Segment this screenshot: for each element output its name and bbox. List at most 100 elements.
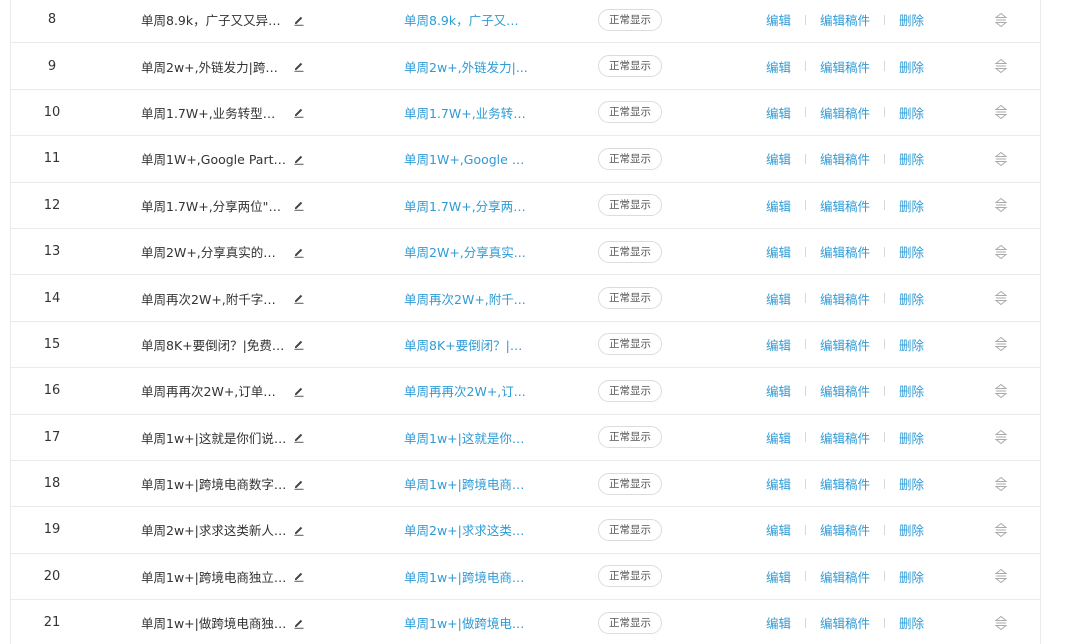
edit-button[interactable]: 编辑 bbox=[766, 149, 791, 168]
drag-sort-icon[interactable] bbox=[994, 522, 1008, 538]
delete-button[interactable]: 删除 bbox=[899, 335, 924, 354]
article-link[interactable]: 单周2w+,外链发力|... bbox=[404, 57, 528, 76]
pencil-icon[interactable] bbox=[293, 617, 305, 629]
edit-draft-button[interactable]: 编辑稿件 bbox=[820, 520, 870, 539]
pencil-icon[interactable] bbox=[293, 478, 305, 490]
edit-draft-button[interactable]: 编辑稿件 bbox=[820, 428, 870, 447]
article-title: 单周1w+|跨境电商数字游... bbox=[141, 477, 287, 493]
drag-sort-icon[interactable] bbox=[994, 197, 1008, 213]
sort-cell bbox=[989, 275, 1013, 320]
pencil-icon[interactable] bbox=[293, 60, 305, 72]
action-divider bbox=[805, 617, 807, 628]
edit-button[interactable]: 编辑 bbox=[766, 335, 791, 354]
pencil-icon[interactable] bbox=[293, 292, 305, 304]
pencil-icon[interactable] bbox=[293, 199, 305, 211]
article-link[interactable]: 单周再次2W+,附千... bbox=[404, 289, 526, 308]
article-link[interactable]: 单周8K+要倒闭？|免... bbox=[404, 335, 528, 354]
table-row: 20 单周1w+|跨境电商独立站... 单周1w+|跨境电商独... 正常显示 … bbox=[11, 554, 1040, 601]
drag-sort-icon[interactable] bbox=[994, 476, 1008, 492]
edit-button[interactable]: 编辑 bbox=[766, 196, 791, 215]
drag-sort-icon[interactable] bbox=[994, 244, 1008, 260]
delete-button[interactable]: 删除 bbox=[899, 196, 924, 215]
delete-button[interactable]: 删除 bbox=[899, 567, 924, 586]
delete-button[interactable]: 删除 bbox=[899, 428, 924, 447]
drag-sort-icon[interactable] bbox=[994, 58, 1008, 74]
article-link[interactable]: 单周8.9k，广子又又... bbox=[404, 10, 528, 29]
delete-button[interactable]: 删除 bbox=[899, 103, 924, 122]
article-link[interactable]: 单周1w+|跨境电商独... bbox=[404, 567, 528, 586]
delete-button[interactable]: 删除 bbox=[899, 613, 924, 632]
article-link[interactable]: 单周1.7W+,业务转型... bbox=[404, 103, 528, 122]
table-row: 16 单周再再次2W+,订单下... 单周再再次2W+,订... 正常显示 编辑… bbox=[11, 368, 1040, 415]
edit-button[interactable]: 编辑 bbox=[766, 57, 791, 76]
action-divider bbox=[805, 432, 807, 443]
article-list-page: 8 单周8.9k，广子又又异常... 单周8.9k，广子又又... 正常显示 编… bbox=[0, 0, 1080, 644]
edit-draft-button[interactable]: 编辑稿件 bbox=[820, 196, 870, 215]
edit-button[interactable]: 编辑 bbox=[766, 10, 791, 29]
article-link[interactable]: 单周2w+|求求这类新... bbox=[404, 520, 528, 539]
link-cell: 单周1.7W+,业务转型... bbox=[404, 90, 584, 135]
delete-button[interactable]: 删除 bbox=[899, 242, 924, 261]
pencil-icon[interactable] bbox=[293, 246, 305, 258]
edit-draft-button[interactable]: 编辑稿件 bbox=[820, 103, 870, 122]
edit-draft-button[interactable]: 编辑稿件 bbox=[820, 242, 870, 261]
actions-cell: 编辑 编辑稿件 删除 bbox=[766, 322, 966, 367]
edit-button[interactable]: 编辑 bbox=[766, 242, 791, 261]
drag-sort-icon[interactable] bbox=[994, 290, 1008, 306]
article-link[interactable]: 单周1W+,Google Pa... bbox=[404, 149, 528, 168]
pencil-icon[interactable] bbox=[293, 385, 305, 397]
delete-button[interactable]: 删除 bbox=[899, 149, 924, 168]
edit-button[interactable]: 编辑 bbox=[766, 474, 791, 493]
article-table: 8 单周8.9k，广子又又异常... 单周8.9k，广子又又... 正常显示 编… bbox=[10, 0, 1041, 644]
drag-sort-icon[interactable] bbox=[994, 104, 1008, 120]
delete-button[interactable]: 删除 bbox=[899, 10, 924, 29]
delete-button[interactable]: 删除 bbox=[899, 474, 924, 493]
delete-button[interactable]: 删除 bbox=[899, 520, 924, 539]
status-badge: 正常显示 bbox=[598, 518, 662, 541]
delete-button[interactable]: 删除 bbox=[899, 57, 924, 76]
action-divider bbox=[805, 107, 807, 118]
edit-button[interactable]: 编辑 bbox=[766, 381, 791, 400]
article-link[interactable]: 单周1w+|做跨境电商... bbox=[404, 613, 528, 632]
drag-sort-icon[interactable] bbox=[994, 568, 1008, 584]
edit-draft-button[interactable]: 编辑稿件 bbox=[820, 289, 870, 308]
pencil-icon[interactable] bbox=[293, 106, 305, 119]
edit-draft-button[interactable]: 编辑稿件 bbox=[820, 474, 870, 493]
article-link[interactable]: 单周1w+|这就是你们... bbox=[404, 428, 528, 447]
pencil-icon[interactable] bbox=[293, 524, 305, 536]
pencil-icon[interactable] bbox=[293, 431, 305, 443]
pencil-icon[interactable] bbox=[293, 338, 305, 351]
table-row: 15 单周8K+要倒闭？|免费流... 单周8K+要倒闭？|免... 正常显示 … bbox=[11, 322, 1040, 369]
article-link[interactable]: 单周1w+|跨境电商数... bbox=[404, 474, 528, 493]
drag-sort-icon[interactable] bbox=[994, 429, 1008, 445]
actions-cell: 编辑 编辑稿件 删除 bbox=[766, 415, 966, 460]
delete-button[interactable]: 删除 bbox=[899, 381, 924, 400]
drag-sort-icon[interactable] bbox=[994, 383, 1008, 399]
edit-draft-button[interactable]: 编辑稿件 bbox=[820, 149, 870, 168]
edit-draft-button[interactable]: 编辑稿件 bbox=[820, 57, 870, 76]
edit-draft-button[interactable]: 编辑稿件 bbox=[820, 10, 870, 29]
edit-button[interactable]: 编辑 bbox=[766, 289, 791, 308]
edit-button[interactable]: 编辑 bbox=[766, 613, 791, 632]
pencil-icon[interactable] bbox=[293, 570, 305, 583]
action-divider bbox=[805, 61, 807, 72]
edit-button[interactable]: 编辑 bbox=[766, 520, 791, 539]
edit-draft-button[interactable]: 编辑稿件 bbox=[820, 381, 870, 400]
drag-sort-icon[interactable] bbox=[994, 12, 1008, 28]
edit-draft-button[interactable]: 编辑稿件 bbox=[820, 613, 870, 632]
drag-sort-icon[interactable] bbox=[994, 151, 1008, 167]
edit-button[interactable]: 编辑 bbox=[766, 103, 791, 122]
article-link[interactable]: 单周再再次2W+,订... bbox=[404, 381, 526, 400]
drag-sort-icon[interactable] bbox=[994, 615, 1008, 631]
edit-draft-button[interactable]: 编辑稿件 bbox=[820, 567, 870, 586]
article-link[interactable]: 单周2W+,分享真实... bbox=[404, 242, 526, 261]
edit-button[interactable]: 编辑 bbox=[766, 567, 791, 586]
action-divider bbox=[805, 478, 807, 489]
pencil-icon[interactable] bbox=[293, 14, 305, 26]
edit-draft-button[interactable]: 编辑稿件 bbox=[820, 335, 870, 354]
edit-button[interactable]: 编辑 bbox=[766, 428, 791, 447]
delete-button[interactable]: 删除 bbox=[899, 289, 924, 308]
pencil-icon[interactable] bbox=[293, 153, 305, 165]
article-link[interactable]: 单周1.7W+,分享两位... bbox=[404, 196, 528, 215]
drag-sort-icon[interactable] bbox=[994, 336, 1008, 352]
